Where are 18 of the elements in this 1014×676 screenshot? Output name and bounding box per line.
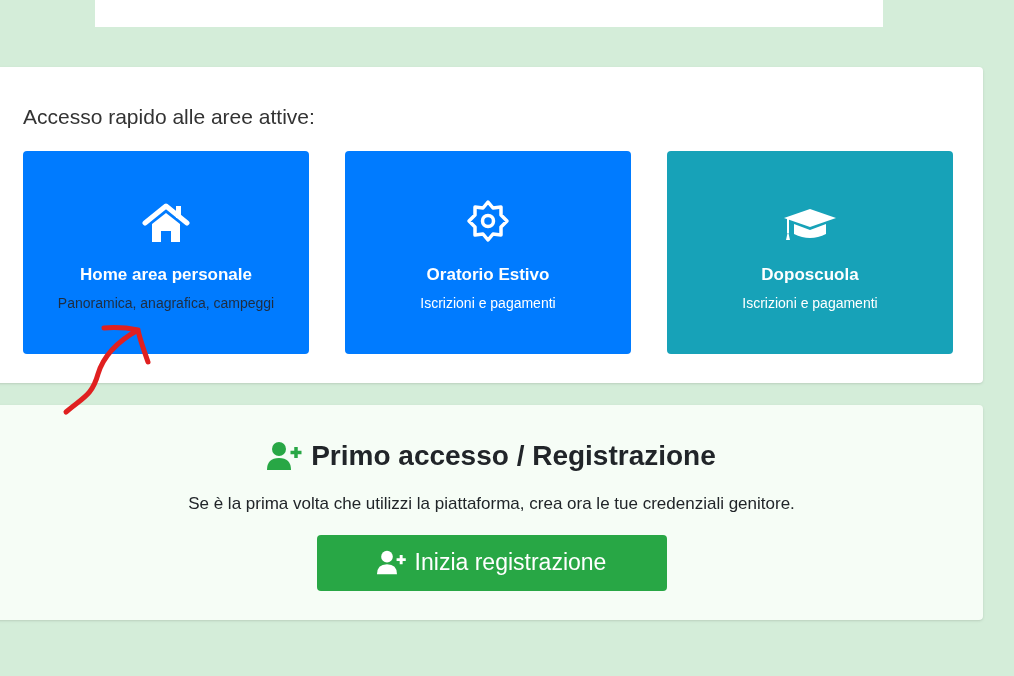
tile-title: Doposcuola [761, 264, 859, 286]
graduation-cap-icon [782, 207, 838, 243]
tile-subtitle: Panoramica, anagrafica, campeggi [57, 293, 275, 313]
tile-subtitle: Iscrizioni e pagamenti [742, 293, 878, 313]
area-tile[interactable]: Doposcuola Iscrizioni e pagamenti [667, 151, 953, 354]
add-user-icon [267, 441, 304, 471]
area-tile[interactable]: Oratorio Estivo Iscrizioni e pagamenti [345, 151, 631, 354]
registration-title: Primo accesso / Registrazione [311, 439, 716, 473]
tile-subtitle: Iscrizioni e pagamenti [420, 293, 556, 313]
add-user-icon [376, 550, 407, 575]
registration-text: Se è la prima volta che utilizzi la piattaforma, crea ora le tue credenziali genitore. [188, 493, 795, 515]
gear-icon [466, 199, 510, 243]
area-tile[interactable]: Home area personale Panoramica, anagrafica, campeggi [23, 151, 309, 354]
start-registration-button[interactable]: Inizia registrazione [316, 534, 667, 591]
tile-title: Home area personale [80, 264, 252, 286]
tile-title: Oratorio Estivo [426, 264, 550, 286]
section-heading: Accesso rapido alle aree attive: [23, 104, 316, 130]
home-icon [142, 203, 190, 243]
